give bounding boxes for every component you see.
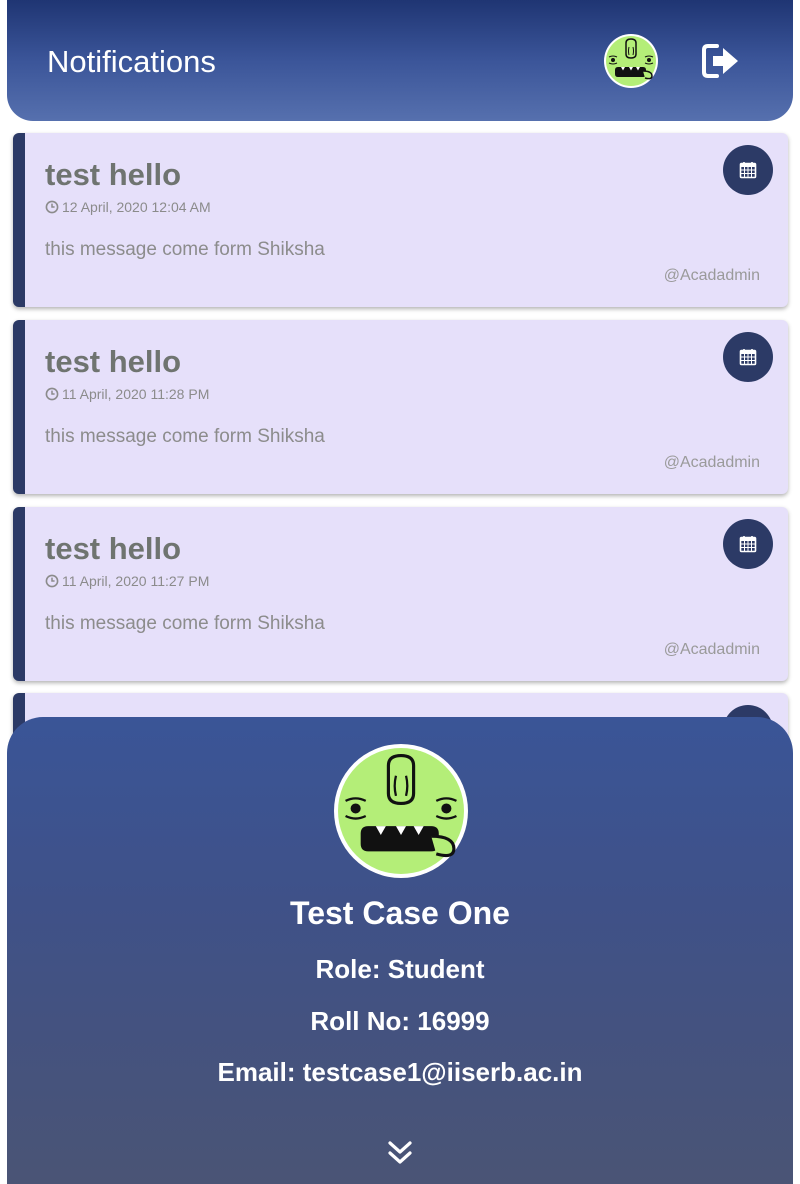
monster-avatar-icon (338, 748, 464, 874)
page-title: Notifications (47, 44, 216, 79)
clock-icon (45, 574, 59, 588)
clock-icon (45, 387, 59, 401)
notification-author: @Acadadmin (663, 641, 760, 658)
profile-avatar (334, 744, 468, 878)
calendar-icon (739, 349, 757, 366)
notification-card[interactable]: test hello 12 April, 2020 12:04 AM this … (13, 133, 788, 307)
double-chevron-down-icon (388, 1141, 412, 1164)
calendar-button[interactable] (723, 145, 773, 195)
profile-panel: Test Case One Role: Student Roll No: 169… (7, 717, 793, 1184)
sign-out-icon (702, 44, 738, 78)
notification-message: this message come form Shiksha (45, 426, 325, 447)
timestamp-text: 11 April, 2020 11:28 PM (62, 386, 210, 402)
profile-name: Test Case One (290, 895, 510, 931)
logout-button[interactable] (701, 42, 741, 80)
notification-timestamp: 11 April, 2020 11:28 PM (45, 386, 209, 402)
clock-icon (45, 200, 59, 214)
expand-button[interactable] (385, 1138, 415, 1168)
notification-card[interactable]: test hello 11 April, 2020 11:28 PM this … (13, 320, 788, 494)
notification-author: @Acadadmin (663, 454, 760, 471)
timestamp-text: 11 April, 2020 11:27 PM (62, 573, 210, 589)
notification-timestamp: 12 April, 2020 12:04 AM (45, 199, 211, 215)
profile-roll-number: Roll No: 16999 (310, 1006, 490, 1036)
notification-title: test hello (45, 344, 182, 379)
profile-email: Email: testcase1@iiserb.ac.in (217, 1057, 583, 1087)
notification-title: test hello (45, 531, 182, 566)
notification-message: this message come form Shiksha (45, 613, 325, 634)
notification-message: this message come form Shiksha (45, 239, 325, 260)
calendar-button[interactable] (723, 519, 773, 569)
calendar-icon (739, 162, 757, 179)
profile-role: Role: Student (315, 954, 485, 984)
monster-avatar-icon (606, 36, 656, 86)
timestamp-text: 12 April, 2020 12:04 AM (62, 199, 211, 215)
avatar[interactable] (604, 34, 658, 88)
notification-title: test hello (45, 157, 182, 192)
notification-timestamp: 11 April, 2020 11:27 PM (45, 573, 209, 589)
calendar-button[interactable] (723, 332, 773, 382)
app-header: Notifications (7, 0, 793, 121)
notification-card[interactable]: test hello 11 April, 2020 11:27 PM this … (13, 507, 788, 681)
notification-author: @Acadadmin (663, 267, 760, 284)
calendar-icon (739, 536, 757, 553)
